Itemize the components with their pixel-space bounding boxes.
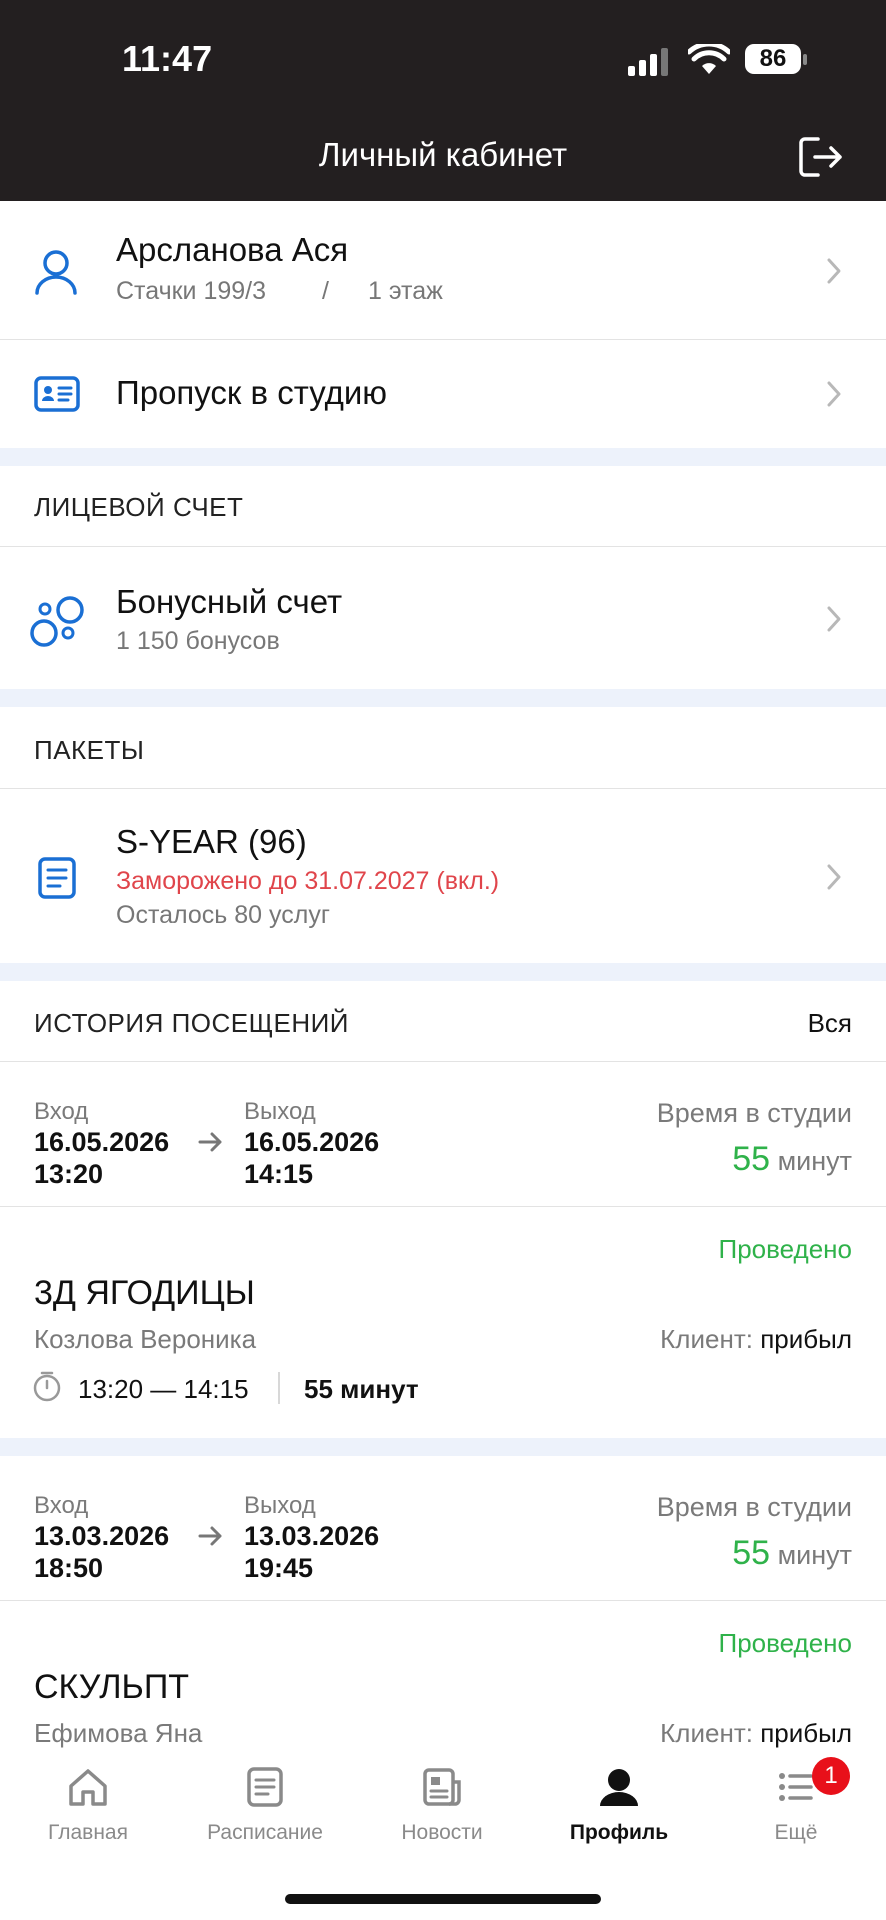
studio-minutes: 55 [732, 1140, 771, 1178]
class-duration: 55 минут [304, 1374, 419, 1404]
entry-in-label: Вход [34, 1492, 89, 1519]
document-icon [38, 857, 76, 899]
section-gap [0, 689, 886, 707]
profile-floor: 1 этаж [368, 277, 443, 305]
tab-more[interactable]: Ещё [716, 1766, 876, 1845]
entry-in-date: 13.03.2026 [34, 1521, 170, 1551]
battery-tip [803, 54, 807, 65]
studio-minutes-unit: минут [777, 1146, 852, 1176]
profile-separator: / [322, 277, 329, 305]
chevron-right-icon [827, 864, 841, 890]
studio-pass-row[interactable]: Пропуск в студию [0, 340, 886, 448]
package-row[interactable]: S-YEAR (96) Заморожено до 31.07.2027 (вк… [0, 789, 886, 963]
entry-out-label: Выход [244, 1098, 316, 1125]
client-label: Клиент: [660, 1718, 753, 1748]
trainer-name: Ефимова Яна [34, 1718, 203, 1748]
class-status: Проведено [718, 1628, 852, 1658]
entry-in-date: 16.05.2026 [34, 1127, 170, 1157]
news-icon [423, 1768, 461, 1806]
tab-home[interactable]: Главная [8, 1766, 168, 1845]
status-time: 11:47 [122, 38, 213, 79]
chevron-right-icon [827, 381, 841, 407]
tab-label: Расписание [207, 1821, 323, 1844]
battery-level: 86 [745, 44, 801, 74]
stopwatch-icon [33, 1371, 61, 1402]
studio-time-label: Время в студии [656, 1098, 852, 1128]
chevron-right-icon [827, 606, 841, 632]
entry-out-date: 16.05.2026 [244, 1127, 380, 1157]
class-status: Проведено [718, 1234, 852, 1264]
section-title-history: ИСТОРИЯ ПОСЕЩЕНИЙ [34, 1008, 349, 1038]
arrow-right-icon [198, 1132, 222, 1152]
studio-time-label: Время в студии [656, 1492, 852, 1522]
client-status-line: Клиент: прибыл [660, 1718, 852, 1749]
notification-badge: 1 [812, 1757, 850, 1795]
tab-schedule[interactable]: Расписание [185, 1766, 345, 1845]
page-title: Личный кабинет [318, 136, 568, 173]
id-card-icon [34, 376, 80, 412]
bubbles-icon [30, 596, 84, 647]
bonus-title: Бонусный счет [116, 583, 343, 620]
client-label: Клиент: [660, 1324, 753, 1354]
studio-minutes: 55 [732, 1534, 771, 1572]
wifi-icon [688, 44, 730, 74]
divider [0, 1600, 886, 1601]
tab-news[interactable]: Новости [362, 1766, 522, 1845]
chevron-right-icon [827, 258, 841, 284]
history-all-link[interactable]: Вся [808, 1008, 852, 1039]
package-frozen-status: Заморожено до 31.07.2027 (вкл.) [116, 867, 500, 895]
logout-icon[interactable] [798, 136, 844, 178]
tab-label: Новости [401, 1821, 483, 1844]
section-title-packages: ПАКЕТЫ [34, 735, 145, 765]
client-status-line: Клиент: прибыл [660, 1324, 852, 1355]
class-name: СКУЛЬПТ [34, 1668, 190, 1706]
tab-profile[interactable]: Профиль [539, 1766, 699, 1845]
bonus-value: 1 150 бонусов [116, 627, 280, 655]
arrow-right-icon [198, 1526, 222, 1546]
client-status: прибыл [760, 1718, 852, 1748]
entry-out-time: 14:15 [244, 1159, 314, 1189]
section-gap [0, 448, 886, 466]
user-icon [35, 250, 77, 295]
class-name: 3Д ЯГОДИЦЫ [34, 1274, 255, 1312]
entry-in-time: 18:50 [34, 1553, 104, 1583]
entry-out-date: 13.03.2026 [244, 1521, 380, 1551]
tab-label: Профиль [569, 1821, 669, 1844]
section-gap [0, 1438, 886, 1456]
tab-label: Главная [48, 1821, 128, 1844]
more-icon [779, 1773, 813, 1801]
package-name: S-YEAR (96) [116, 823, 307, 860]
section-gap [0, 963, 886, 981]
home-icon [69, 1769, 107, 1806]
studio-pass-label: Пропуск в студию [116, 374, 388, 411]
studio-time-value: 55 минут [732, 1534, 852, 1573]
divider [0, 1206, 886, 1207]
entry-out-label: Выход [244, 1492, 316, 1519]
entry-in-time: 13:20 [34, 1159, 104, 1189]
client-status: прибыл [760, 1324, 852, 1354]
home-indicator [285, 1894, 601, 1904]
package-remaining: Осталось 80 услуг [116, 901, 330, 929]
section-title-account: ЛИЦЕВОЙ СЧЕТ [34, 492, 244, 522]
profile-icon [600, 1769, 638, 1806]
class-time-range: 13:20 — 14:15 [78, 1374, 249, 1404]
divider [0, 1061, 886, 1062]
vertical-divider [278, 1372, 280, 1404]
tab-label: Ещё [774, 1821, 818, 1844]
trainer-name: Козлова Вероника [34, 1324, 257, 1354]
profile-address: Стачки 199/3 [116, 277, 267, 305]
profile-row[interactable]: Арсланова Ася Стачки 199/3 / 1 этаж [0, 201, 886, 339]
signal-icon [628, 48, 668, 76]
entry-out-time: 19:45 [244, 1553, 314, 1583]
bonus-account-row[interactable]: Бонусный счет 1 150 бонусов [0, 547, 886, 689]
entry-in-label: Вход [34, 1098, 89, 1125]
schedule-icon [247, 1767, 283, 1807]
studio-time-value: 55 минут [732, 1140, 852, 1179]
profile-name: Арсланова Ася [116, 231, 349, 268]
studio-minutes-unit: минут [777, 1540, 852, 1570]
